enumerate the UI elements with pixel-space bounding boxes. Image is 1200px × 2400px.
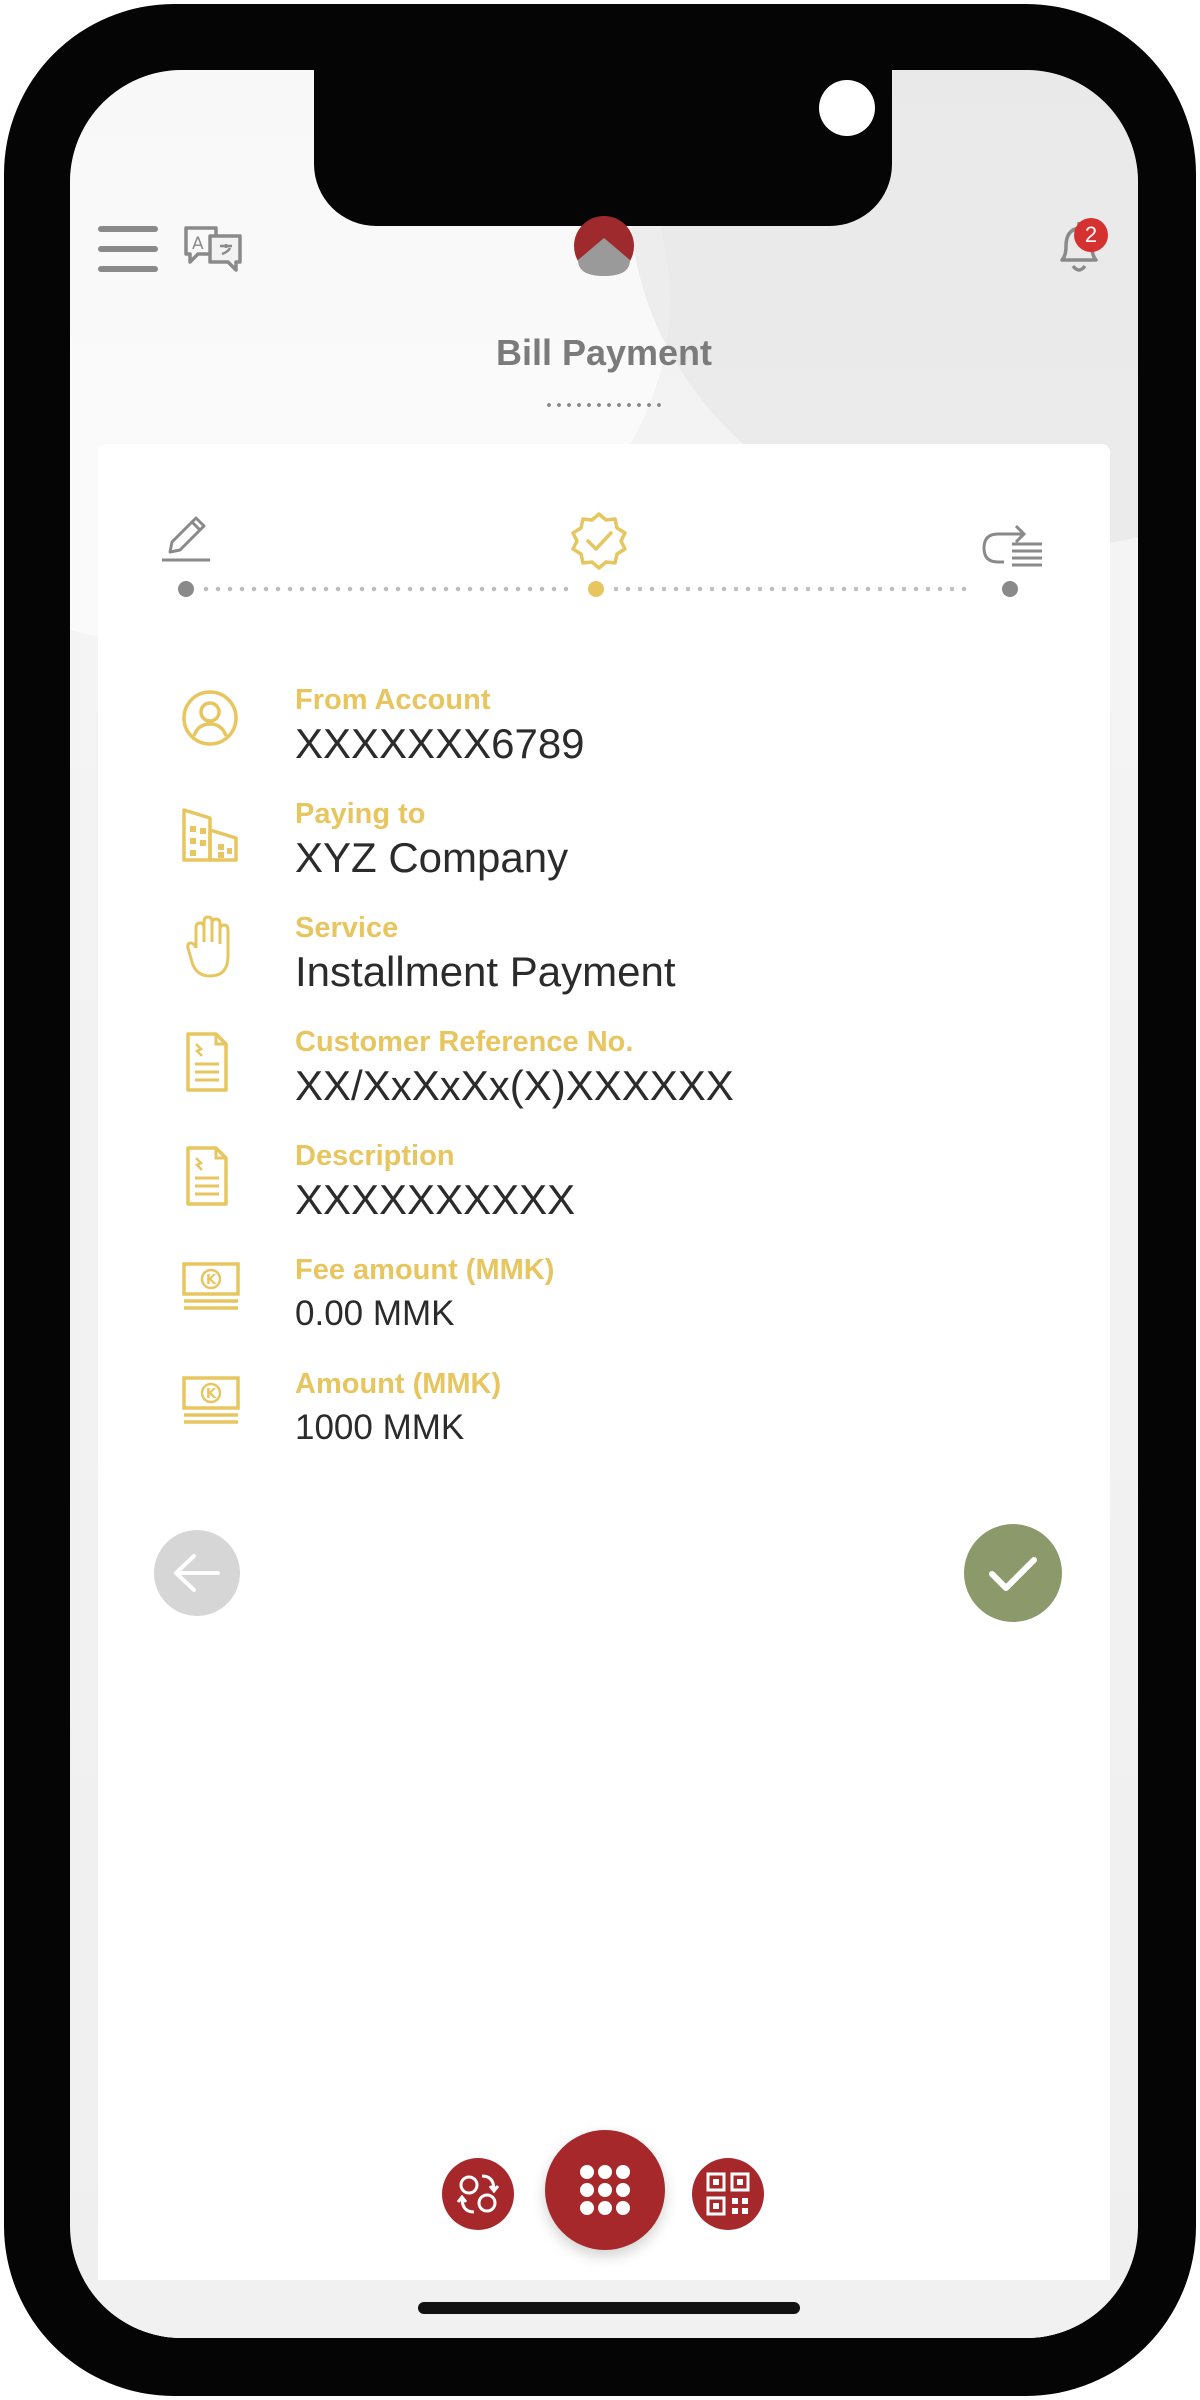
svg-text:K: K [206,1273,217,1288]
device-notch [314,70,892,226]
user-circle-icon [180,684,250,754]
checkmark-icon [989,1557,1037,1591]
field-service: Service Installment Payment [180,912,1080,1012]
phone-frame: A 2 Bill Payment From Account XXXXXXX678… [4,4,1196,2396]
field-paying-to: Paying to XYZ Company [180,798,1080,898]
main-menu-button[interactable] [545,2130,665,2250]
field-value: Installment Payment [295,948,676,995]
buildings-icon [180,798,250,868]
field-value: 1000 MMK [295,1408,465,1447]
field-value: 0.00 MMK [295,1294,455,1333]
title-underline-dots [544,402,666,408]
redo-list-icon [974,512,1046,574]
field-value: XYZ Company [295,834,569,881]
svg-text:K: K [206,1387,217,1402]
back-button[interactable] [154,1530,240,1616]
field-customer-reference: Customer Reference No. XX/XxXxXx(X)XXXXX… [180,1026,1080,1126]
field-label: Fee amount (MMK) [295,1254,555,1286]
step-dot-2 [588,581,604,597]
kyat-banknote-icon: K [180,1254,250,1324]
camera-dot [819,80,875,136]
kyat-banknote-icon: K [180,1368,250,1438]
document-icon [180,1026,250,1096]
field-label: Paying to [295,798,426,830]
notification-badge: 2 [1074,218,1108,252]
transfer-icon [456,2174,500,2214]
stepper-connector [610,586,972,592]
step-dot-3 [1002,581,1018,597]
page-title: Bill Payment [495,332,713,373]
grid-menu-icon [580,2165,630,2215]
bank-logo-icon [572,214,636,278]
field-amount: K Amount (MMK) 1000 MMK [180,1368,1080,1468]
hamburger-menu-icon[interactable] [98,224,158,276]
field-label: Service [295,912,399,944]
field-label: Customer Reference No. [295,1026,634,1058]
qr-code-icon [706,2172,750,2216]
qr-scan-button[interactable] [692,2158,764,2230]
arrow-left-icon [174,1554,220,1592]
transfer-button[interactable] [442,2158,514,2230]
document-icon [180,1140,250,1210]
confirm-button[interactable] [964,1524,1062,1622]
field-label: From Account [295,684,491,716]
field-from-account: From Account XXXXXXX6789 [180,684,1080,784]
step-dot-1 [178,581,194,597]
field-value: XXXXXXXXXX [295,1176,576,1223]
field-label: Amount (MMK) [295,1368,502,1400]
pencil-edit-icon [156,508,216,568]
translate-icon[interactable]: A [182,220,244,276]
field-description: Description XXXXXXXXXX [180,1140,1080,1240]
svg-text:A: A [192,234,204,254]
home-indicator[interactable] [418,2302,800,2314]
hand-icon [180,912,250,982]
field-value: XXXXXXX6789 [295,720,585,767]
stepper-connector [200,586,570,592]
field-fee-amount: K Fee amount (MMK) 0.00 MMK [180,1254,1080,1354]
field-value: XX/XxXxXx(X)XXXXXX [295,1062,734,1109]
verified-badge-icon [566,508,632,574]
app-screen: A 2 Bill Payment From Account XXXXXXX678… [70,70,1138,2338]
field-label: Description [295,1140,455,1172]
